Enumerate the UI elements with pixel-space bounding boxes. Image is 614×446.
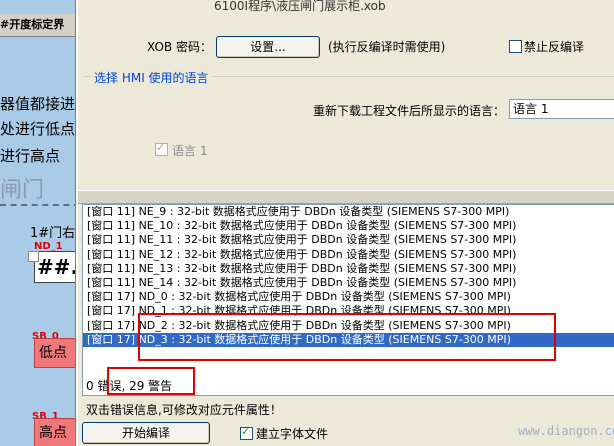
hmi-language-group-title: 选择 HMI 使用的语言	[91, 69, 212, 86]
no-decompile-label[interactable]: 禁止反编译	[524, 38, 584, 55]
canvas-heading: 闸门	[0, 178, 45, 203]
highlight-box-summary	[107, 367, 195, 395]
hmi-language-group: 选择 HMI 使用的语言 重新下载工程文件后所显示的语言： 语言 1 语言 1	[83, 69, 614, 184]
reload-language-label: 重新下载工程文件后所显示的语言：	[313, 104, 506, 118]
compile-dialog: 6100I程序\液压闸门展示柜.xob XOB 密码： 设置... (执行反编译…	[76, 0, 614, 446]
canvas-text-line-2: 处进行低点	[0, 120, 76, 138]
settings-note: (执行反编译时需使用)	[328, 40, 446, 54]
canvas-text-line-3: 进行高点	[0, 147, 61, 165]
hmi-editor-background: #开度标定界 器值都接进 处进行低点 进行高点 闸门 1#门右 ND_1 ##.…	[0, 0, 80, 446]
log-row[interactable]: [窗口 11] NE_9 : 32-bit 数据格式应使用于 DBDn 设备类型…	[83, 205, 614, 219]
log-row[interactable]: [窗口 11] NE_13 : 32-bit 数据格式应使用于 DBDn 设备类…	[83, 262, 614, 276]
watermark-text: www.diangon.com	[518, 424, 614, 438]
object-handle-icon[interactable]	[28, 251, 39, 262]
no-decompile-checkbox[interactable]	[509, 40, 522, 53]
editor-tab-title[interactable]: #开度标定界	[0, 14, 80, 37]
splitter-bar[interactable]	[78, 190, 614, 204]
start-compile-button[interactable]: 开始编译	[82, 422, 210, 444]
log-row[interactable]: [窗口 11] NE_10 : 32-bit 数据格式应使用于 DBDn 设备类…	[83, 219, 614, 233]
font-file-label[interactable]: 建立字体文件	[256, 425, 328, 442]
canvas-dashed-line	[0, 204, 80, 206]
canvas-text-line-1: 器值都接进	[0, 95, 76, 113]
log-row[interactable]: [窗口 11] NE_12 : 32-bit 数据格式应使用于 DBDn 设备类…	[83, 248, 614, 262]
log-hint: 双击错误信息,可修改对应元件属性！	[86, 403, 282, 417]
settings-button[interactable]: 设置...	[216, 36, 320, 58]
numeric-display-object[interactable]: ##.	[34, 251, 80, 283]
set-bit-button-low[interactable]: 低点	[34, 338, 80, 368]
font-file-checkbox[interactable]	[240, 425, 253, 440]
log-row[interactable]: [窗口 11] NE_11 : 32-bit 数据格式应使用于 DBDn 设备类…	[83, 233, 614, 247]
log-row[interactable]: [窗口 17] ND_0 : 32-bit 数据格式应使用于 DBDn 设备类型…	[83, 290, 614, 304]
highlight-box-selected-warnings	[138, 313, 556, 361]
language-select[interactable]: 语言 1	[509, 99, 614, 119]
project-path: 6100I程序\液压闸门展示柜.xob	[214, 0, 386, 13]
language1-label: 语言 1	[172, 144, 208, 158]
set-bit-button-high[interactable]: 高点	[34, 418, 80, 446]
log-row[interactable]: [窗口 11] NE_14 : 32-bit 数据格式应使用于 DBDn 设备类…	[83, 276, 614, 290]
xob-password-label: XOB 密码：	[147, 40, 212, 54]
language1-checkbox	[155, 141, 168, 156]
canvas-gate-label: 1#门右	[30, 226, 76, 241]
